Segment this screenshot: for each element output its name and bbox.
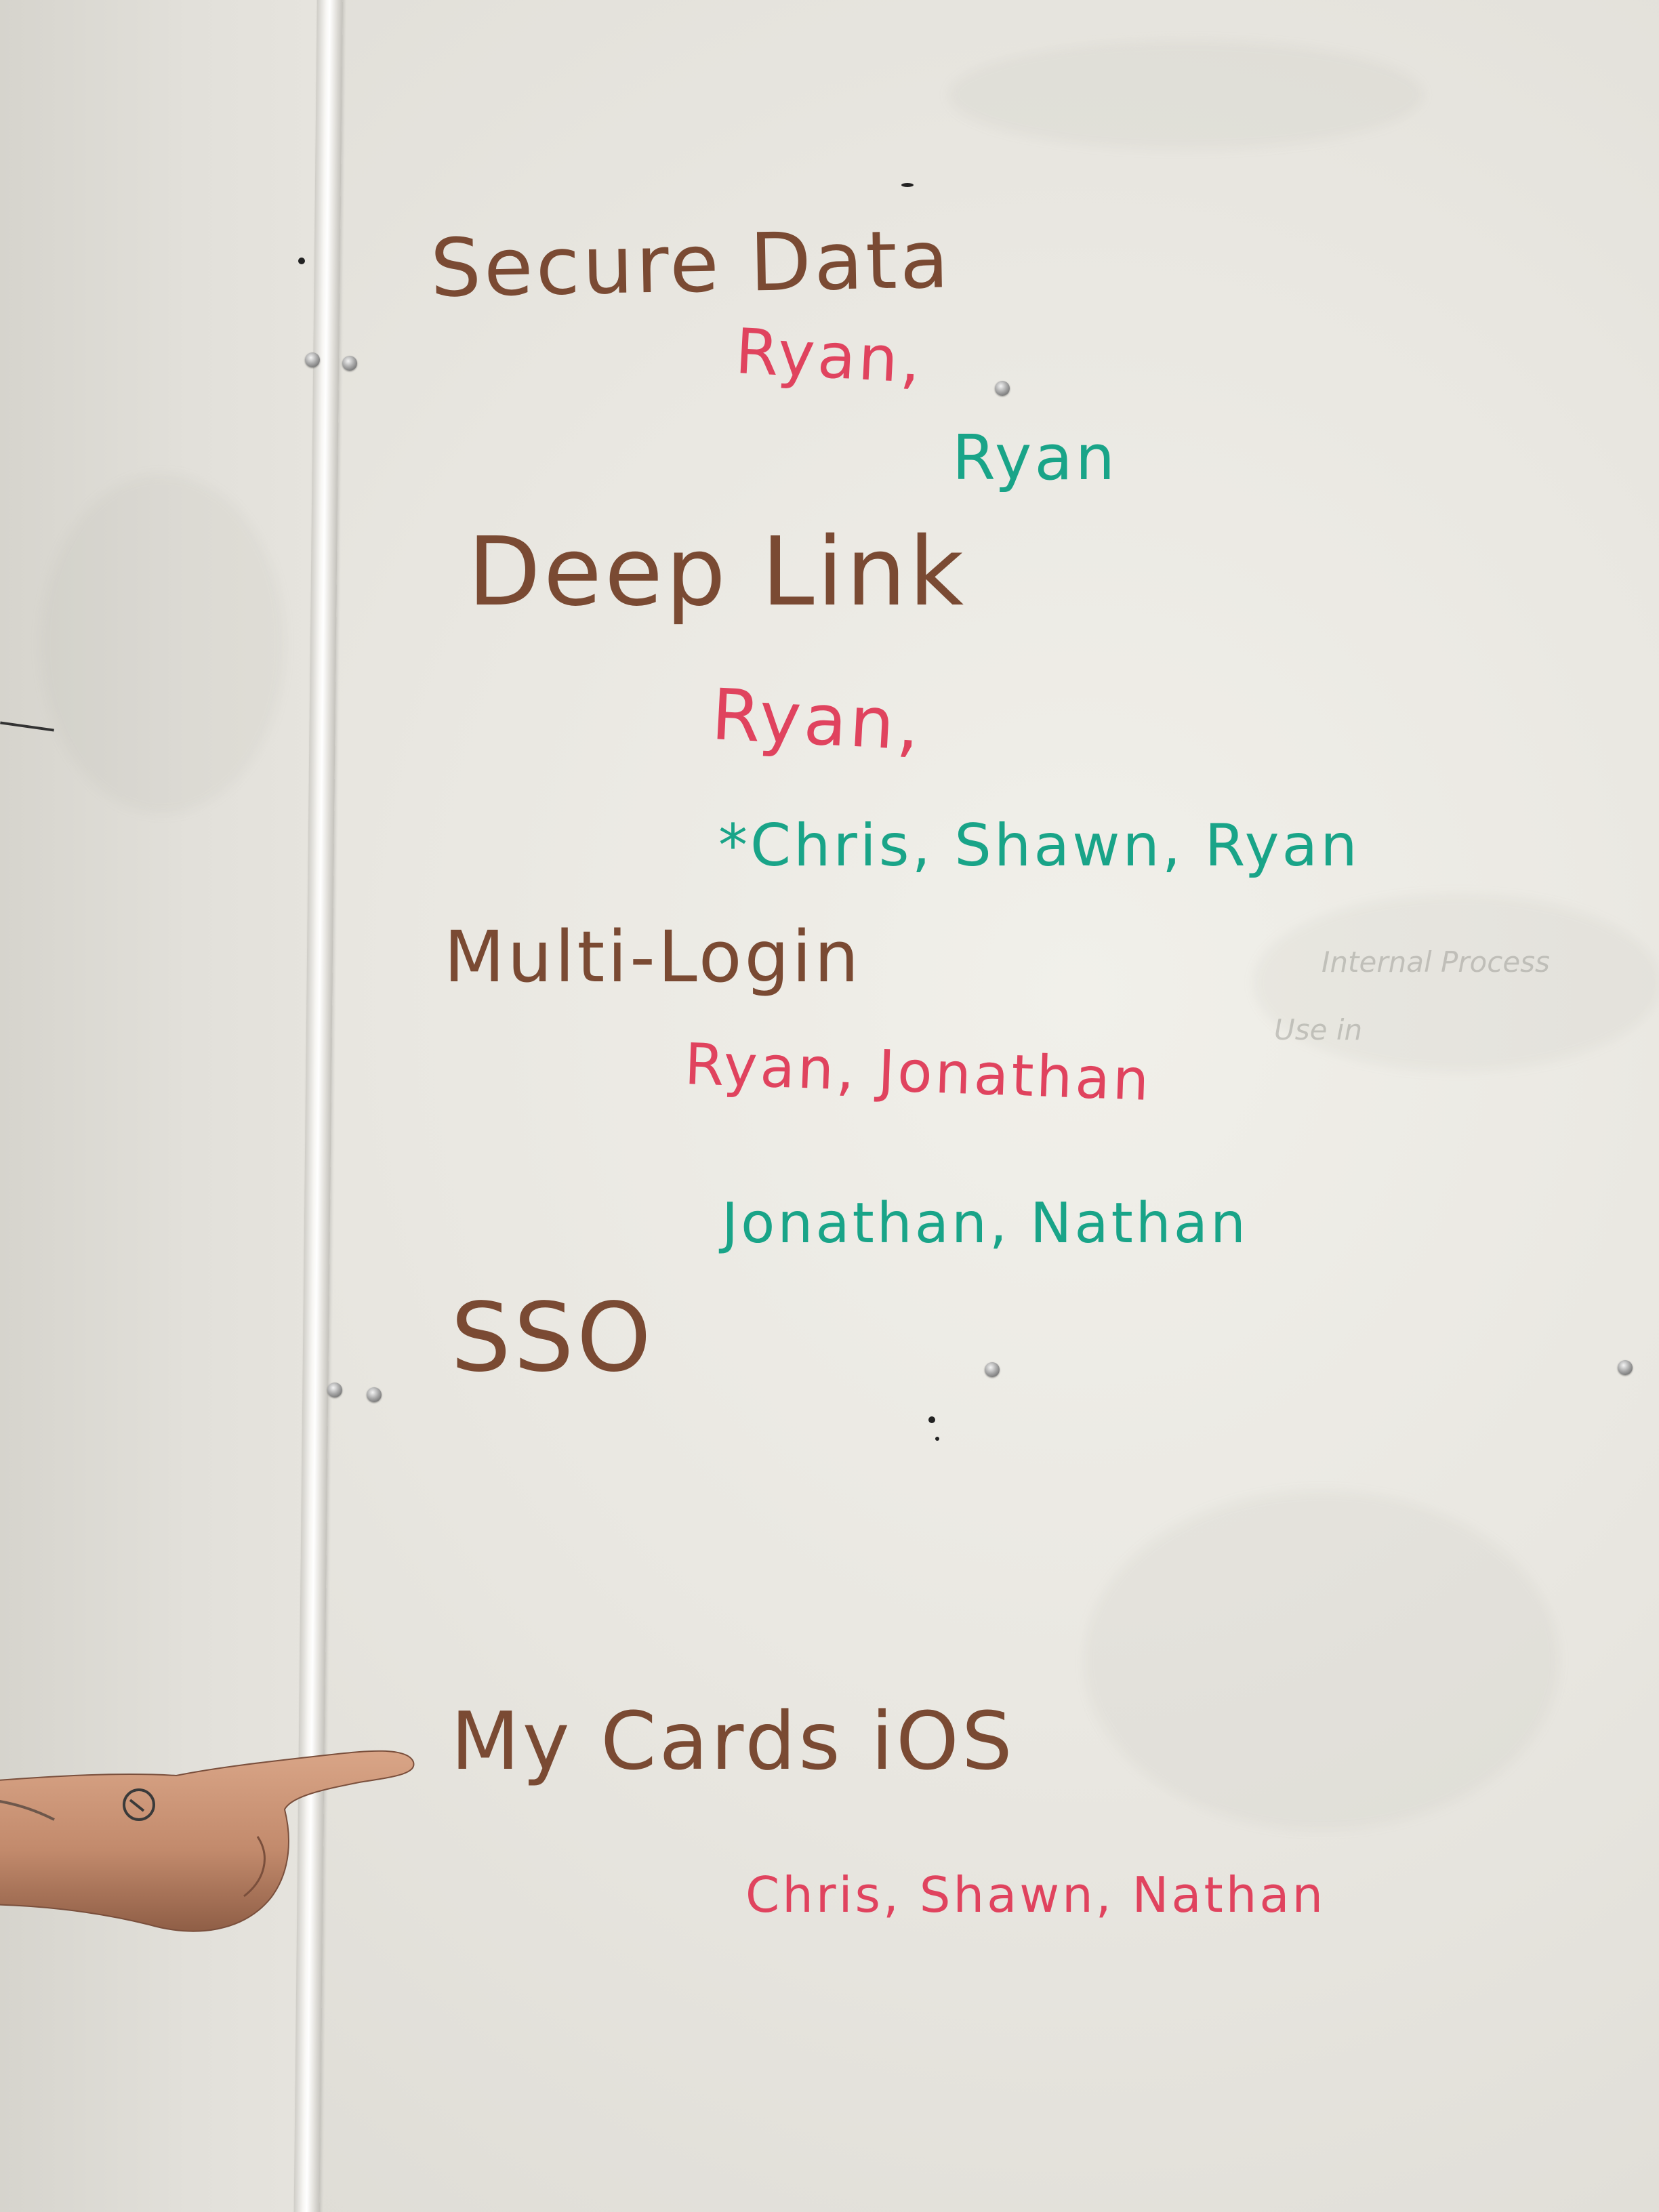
screw-icon: [305, 352, 320, 367]
heading-deep-link: Deep Link: [468, 517, 967, 628]
assignee-line: Ryan,: [710, 672, 924, 767]
screw-icon: [342, 356, 357, 371]
screw-icon: [985, 1362, 1000, 1377]
pointing-hand: [0, 1750, 415, 1932]
heading-sso: SSO: [451, 1283, 654, 1393]
screw-icon: [367, 1387, 382, 1402]
assignee-line: Ryan, Jonathan: [683, 1031, 1153, 1113]
marker-dot: [901, 183, 914, 187]
assignee-line: Ryan: [952, 422, 1118, 494]
smudge: [949, 41, 1423, 149]
faint-text: Internal Process: [1322, 945, 1550, 979]
screw-icon: [327, 1382, 342, 1397]
assignee-line: *Chris, Shawn, Ryan: [718, 812, 1360, 880]
smudge: [1084, 1491, 1559, 1830]
marker-dot: [928, 1416, 935, 1423]
screw-icon: [1618, 1360, 1633, 1375]
heading-secure-data: Secure Data: [429, 212, 953, 315]
marker-dot: [298, 258, 305, 264]
screw-icon: [995, 381, 1010, 396]
faint-text: Use in: [1274, 1013, 1363, 1046]
assignee-line: Ryan,: [733, 314, 925, 398]
marker-dot: [935, 1437, 939, 1441]
assignee-line: Jonathan, Nathan: [722, 1191, 1248, 1256]
smudge: [41, 474, 285, 813]
whiteboard-photo: Internal Process Use in Secure Data Ryan…: [0, 0, 1659, 2212]
assignee-line: Chris, Shawn, Nathan: [745, 1866, 1326, 1923]
heading-my-cards-ios: My Cards iOS: [451, 1694, 1015, 1788]
heading-multi-login: Multi-Login: [444, 916, 862, 998]
